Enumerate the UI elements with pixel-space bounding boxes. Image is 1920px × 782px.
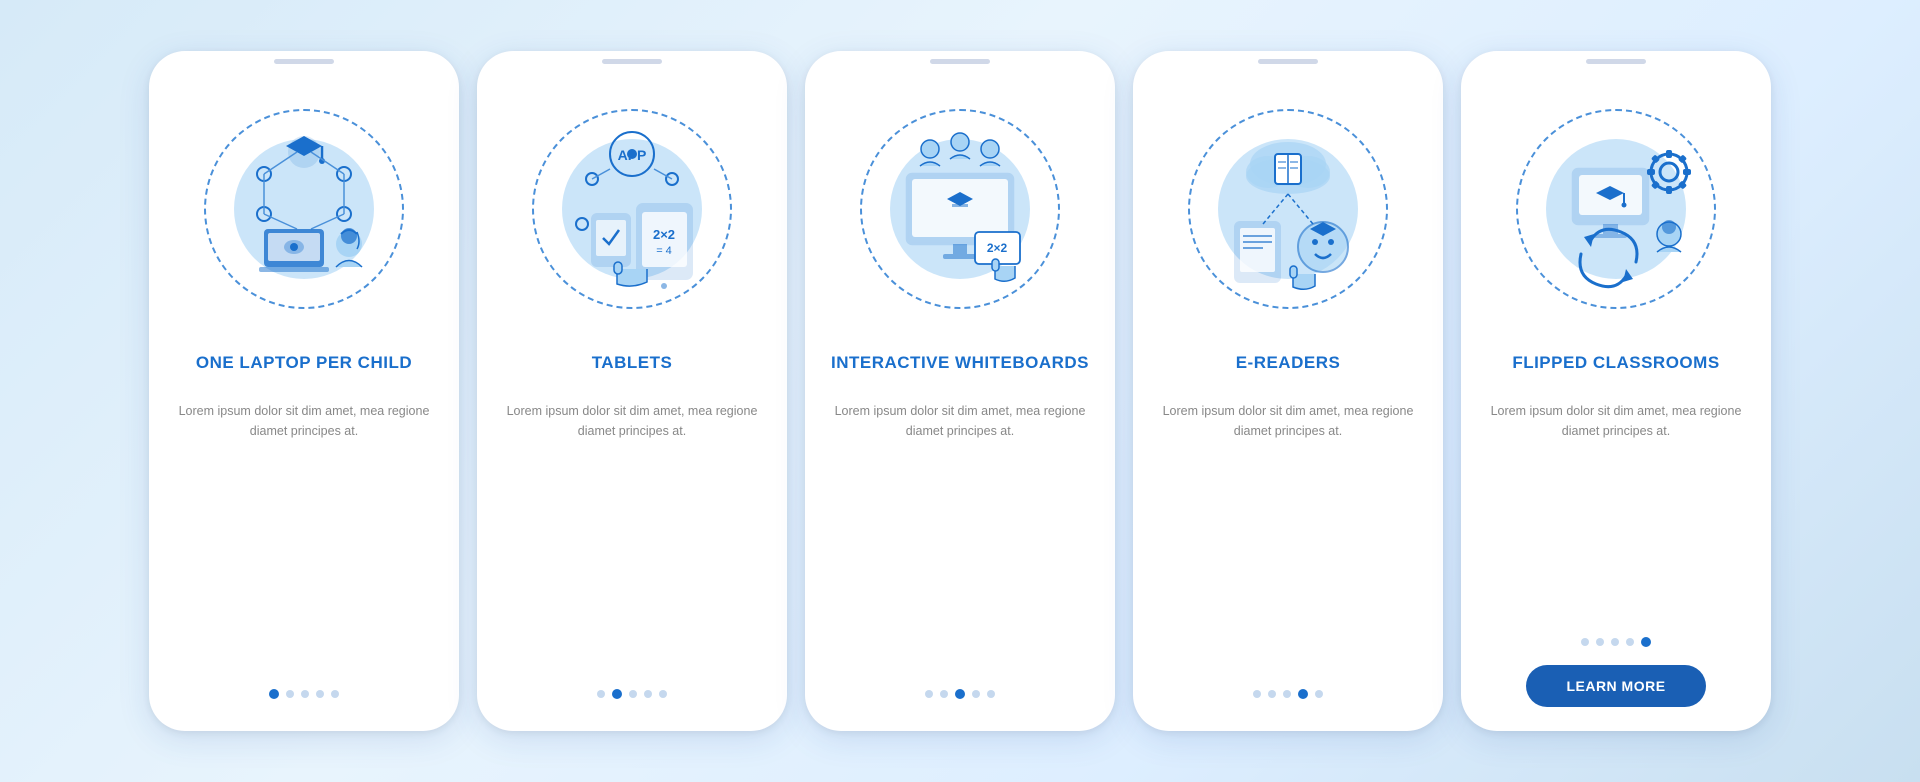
dot-2[interactable] [286, 690, 294, 698]
icon-ereaders [1193, 114, 1383, 304]
dots-ereaders [1253, 689, 1323, 699]
dot-2[interactable] [940, 690, 948, 698]
dot-2[interactable] [612, 689, 622, 699]
dot-4[interactable] [972, 690, 980, 698]
icon-flipped-classrooms [1521, 114, 1711, 304]
card-desc-whiteboards: Lorem ipsum dolor sit dim amet, mea regi… [829, 401, 1091, 441]
card-desc-flipped: Lorem ipsum dolor sit dim amet, mea regi… [1485, 401, 1747, 441]
card-whiteboards: 2×2 INTERACTIVE WHITEBOARDS Lorem ipsum … [805, 51, 1115, 731]
dot-2[interactable] [1268, 690, 1276, 698]
card-title-ereaders: E-READERS [1236, 339, 1341, 387]
illustration-whiteboards: 2×2 [840, 89, 1080, 329]
illustration-ereaders [1168, 89, 1408, 329]
svg-text:= 4: = 4 [656, 245, 672, 257]
dot-3[interactable] [1283, 690, 1291, 698]
dot-1[interactable] [1581, 638, 1589, 646]
dot-1[interactable] [925, 690, 933, 698]
dot-5[interactable] [331, 690, 339, 698]
card-title-whiteboards: INTERACTIVE WHITEBOARDS [831, 339, 1089, 387]
dot-2[interactable] [1596, 638, 1604, 646]
icon-laptop-child [209, 114, 399, 304]
illustration-flipped-classrooms [1496, 89, 1736, 329]
card-desc-tablets: Lorem ipsum dolor sit dim amet, mea regi… [501, 401, 763, 441]
card-title-one-laptop: ONE LAPTOP PER CHILD [196, 339, 412, 387]
card-title-tablets: TABLETS [592, 339, 673, 387]
dot-1[interactable] [269, 689, 279, 699]
card-ereaders: E-READERS Lorem ipsum dolor sit dim amet… [1133, 51, 1443, 731]
cards-container: ONE LAPTOP PER CHILD Lorem ipsum dolor s… [129, 31, 1791, 751]
dot-4[interactable] [644, 690, 652, 698]
illustration-tablets: APP 2×2 = 4 [512, 89, 752, 329]
card-title-flipped: FLIPPED CLASSROOMS [1512, 339, 1719, 387]
card-tablets: APP 2×2 = 4 [477, 51, 787, 731]
icon-whiteboard: 2×2 [865, 114, 1055, 304]
dot-5[interactable] [1641, 637, 1651, 647]
card-flipped-classrooms: FLIPPED CLASSROOMS Lorem ipsum dolor sit… [1461, 51, 1771, 731]
dot-3[interactable] [955, 689, 965, 699]
dots-flipped [1581, 637, 1651, 647]
learn-more-button[interactable]: LEARN MORE [1526, 665, 1705, 707]
icon-tablets: APP 2×2 = 4 [537, 114, 727, 304]
card-desc-ereaders: Lorem ipsum dolor sit dim amet, mea regi… [1157, 401, 1419, 441]
dot-5[interactable] [659, 690, 667, 698]
illustration-one-laptop [184, 89, 424, 329]
dot-4[interactable] [316, 690, 324, 698]
dot-1[interactable] [1253, 690, 1261, 698]
dot-3[interactable] [1611, 638, 1619, 646]
dot-3[interactable] [629, 690, 637, 698]
card-one-laptop: ONE LAPTOP PER CHILD Lorem ipsum dolor s… [149, 51, 459, 731]
dots-tablets [597, 689, 667, 699]
dot-5[interactable] [1315, 690, 1323, 698]
dots-whiteboards [925, 689, 995, 699]
svg-text:2×2: 2×2 [987, 241, 1008, 255]
dot-4[interactable] [1626, 638, 1634, 646]
dot-4[interactable] [1298, 689, 1308, 699]
dots-one-laptop [269, 689, 339, 699]
card-desc-one-laptop: Lorem ipsum dolor sit dim amet, mea regi… [173, 401, 435, 441]
dot-1[interactable] [597, 690, 605, 698]
svg-text:2×2: 2×2 [653, 227, 675, 242]
dot-5[interactable] [987, 690, 995, 698]
dot-3[interactable] [301, 690, 309, 698]
